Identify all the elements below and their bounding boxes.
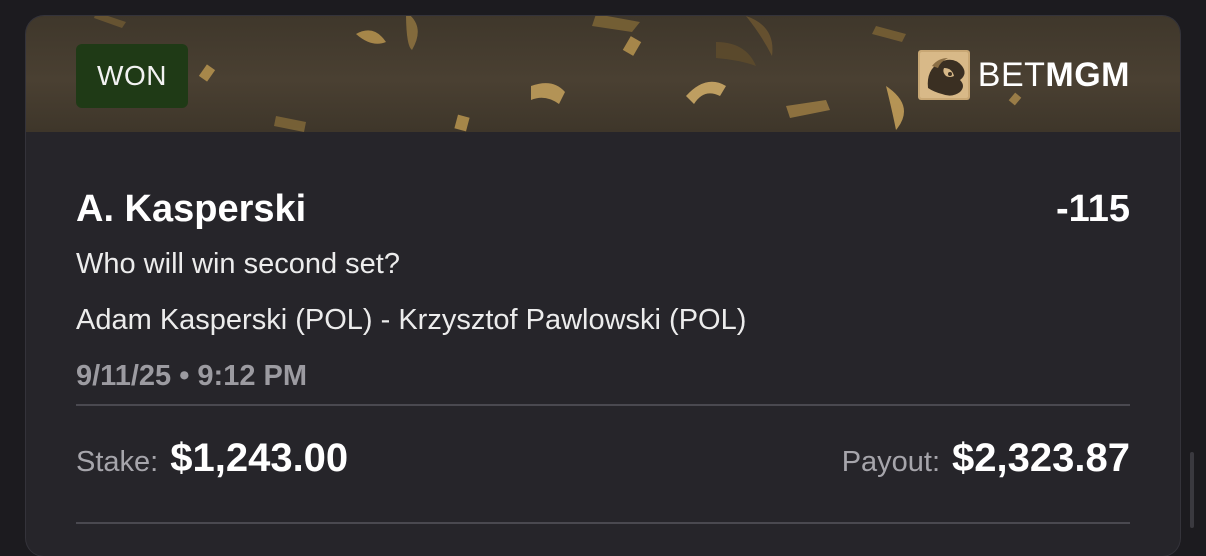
stake-payout-row: Stake: $1,243.00 Payout: $2,323.87: [76, 436, 1130, 496]
betmgm-logo: BETMGM: [917, 50, 1130, 100]
divider: [76, 522, 1130, 524]
won-banner: WON BETMGM: [26, 16, 1180, 132]
event-matchup: Adam Kasperski (POL) - Krzysztof Pawlows…: [76, 304, 747, 336]
divider: [76, 404, 1130, 406]
stake-amount: $1,243.00: [170, 436, 349, 480]
brand-wordmark: BETMGM: [977, 55, 1130, 94]
stake-label: Stake:: [76, 446, 159, 478]
payout-group: Payout: $2,323.87: [842, 436, 1130, 481]
bet-card[interactable]: WON BETMGM A. Kasperski -115 Who will wi…: [26, 16, 1180, 556]
selection-name: A. Kasperski: [76, 188, 307, 230]
payout-label: Payout:: [841, 446, 941, 478]
stake-group: Stake: $1,243.00: [76, 436, 348, 481]
market-question: Who will win second set?: [76, 248, 400, 280]
scrollbar-thumb[interactable]: [1190, 452, 1194, 528]
payout-amount: $2,323.87: [952, 436, 1130, 480]
bet-datetime: 9/11/25 • 9:12 PM: [76, 360, 308, 392]
won-status-badge: WON: [76, 44, 188, 108]
lion-logo-icon: [917, 50, 970, 100]
odds-value: -115: [1056, 188, 1130, 230]
